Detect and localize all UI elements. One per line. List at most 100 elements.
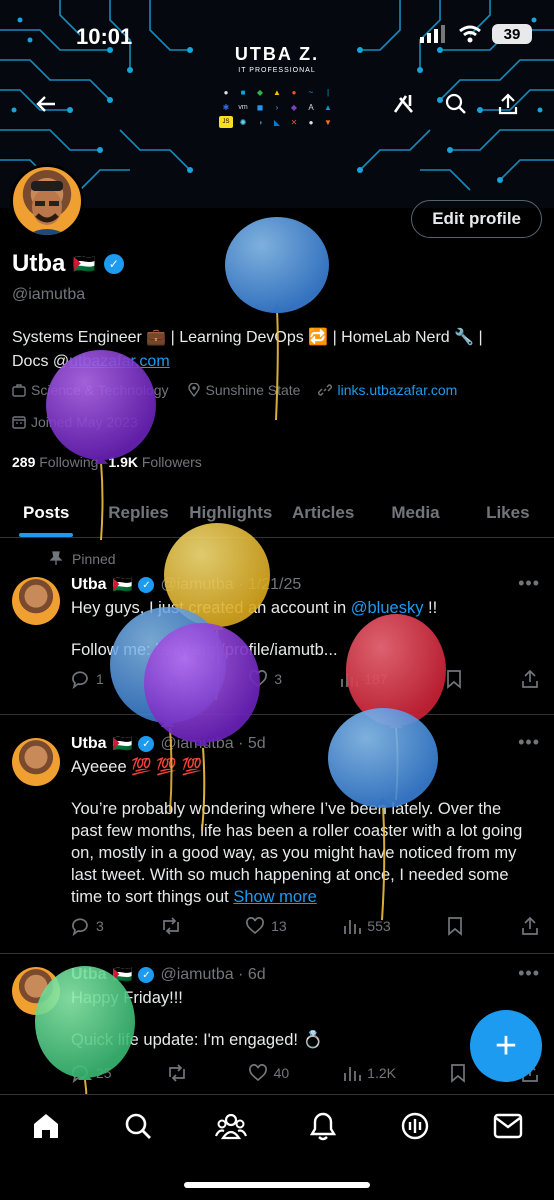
post-author-name[interactable]: Utba [71, 576, 107, 594]
post-item[interactable]: Utba 🇵🇸 ✓ @iamutba · 6d ••• Happy Friday… [0, 955, 554, 1095]
brand-name: UTBA Z. [234, 44, 320, 64]
grok-button[interactable] [388, 88, 420, 120]
heart-icon [246, 917, 265, 935]
profile-joined-row: Joined May 2023 [12, 414, 138, 430]
share-icon [522, 916, 538, 935]
home-icon [34, 1114, 59, 1138]
pinned-label: Pinned [72, 551, 116, 567]
tab-media[interactable]: Media [369, 488, 461, 537]
like-button[interactable]: 3 [248, 669, 282, 689]
post-header: Utba 🇵🇸 ✓ @iamutba · 1/21/25 [71, 575, 301, 595]
verified-badge-icon[interactable]: ✓ [103, 254, 124, 274]
reply-button[interactable]: 1 [70, 669, 104, 689]
tab-posts[interactable]: Posts [0, 488, 92, 537]
share-button[interactable] [492, 88, 524, 120]
banner-brand: UTBA Z. IT PROFESSIONAL ● ■ ◆ ▲ ● ~ | ✱ … [190, 44, 364, 128]
following-count: 289 [12, 454, 36, 470]
like-count: 13 [271, 918, 287, 934]
tab-likes[interactable]: Likes [462, 488, 554, 537]
post-author-name[interactable]: Utba [71, 735, 107, 753]
gitlab-icon: ▼ [324, 117, 332, 127]
communities-icon [214, 1113, 247, 1140]
share-post-button[interactable] [520, 916, 540, 936]
post-mention[interactable]: @bluesky [351, 599, 424, 617]
post-actions: 3 13 553 [70, 916, 540, 936]
linux-icon: ▲ [273, 87, 281, 97]
nav-home[interactable] [26, 1109, 66, 1143]
joined-item: Joined May 2023 [12, 414, 138, 430]
profile-bio: Systems Engineer 💼 | Learning DevOps 🔁 |… [12, 326, 542, 374]
briefcase-icon [12, 384, 26, 397]
more-options-icon[interactable]: ••• [518, 963, 540, 984]
nav-grok[interactable] [395, 1109, 435, 1143]
search-button[interactable] [440, 88, 472, 120]
tab-articles[interactable]: Articles [277, 488, 369, 537]
show-more-link[interactable]: Show more [233, 888, 316, 906]
post-text-line-1: Happy Friday!!! [71, 989, 183, 1007]
edit-profile-button[interactable]: Edit profile [411, 200, 542, 238]
status-icons: 39 [420, 24, 532, 44]
like-button[interactable]: 13 [245, 916, 287, 936]
battery-indicator: 39 [492, 24, 532, 44]
website-item[interactable]: links.utbazafar.com [318, 382, 457, 398]
followers-label: Followers [141, 454, 202, 470]
signal-icon [420, 25, 445, 43]
post-avatar[interactable] [12, 577, 60, 625]
mail-icon [493, 1113, 522, 1139]
bookmark-button[interactable] [447, 916, 463, 936]
post-pinned[interactable]: Pinned Utba 🇵🇸 ✓ @iamutba · 1/21/25 ••• … [0, 539, 554, 715]
reply-button[interactable]: 25 [70, 1063, 112, 1083]
views-icon [344, 920, 362, 934]
views-button[interactable]: 553 [343, 916, 391, 936]
tab-highlights[interactable]: Highlights [185, 488, 277, 537]
grok-voice-icon [402, 1112, 429, 1140]
repost-button[interactable] [160, 916, 188, 936]
profile-website[interactable]: links.utbazafar.com [337, 382, 457, 398]
following-label: Following [39, 454, 99, 470]
category-item: Science & Technology [12, 382, 169, 398]
post-avatar[interactable] [12, 738, 60, 786]
back-button[interactable] [30, 88, 62, 120]
compose-button[interactable]: + [470, 1010, 542, 1082]
bookmark-button[interactable] [450, 1063, 466, 1083]
nav-search[interactable] [118, 1109, 158, 1143]
bookmark-button[interactable] [446, 669, 462, 689]
more-options-icon[interactable]: ••• [518, 732, 540, 753]
post-avatar[interactable] [12, 967, 60, 1015]
bio-link[interactable]: utbazafar.com [69, 353, 170, 370]
share-post-button[interactable] [520, 669, 540, 689]
status-time: 10:01 [76, 24, 133, 49]
terraform-icon: ◆ [290, 102, 298, 112]
profile-joined: Joined May 2023 [31, 414, 138, 430]
profile-avatar[interactable] [10, 164, 84, 238]
view-count: 553 [367, 918, 391, 934]
views-button[interactable]: 1.2K [343, 1063, 396, 1083]
views-icon [344, 1067, 362, 1081]
bio-line-1: Systems Engineer 💼 | Learning DevOps 🔁 |… [12, 329, 483, 346]
views-button[interactable]: 187 [340, 669, 388, 689]
more-options-icon[interactable]: ••• [518, 573, 540, 594]
git-icon: ✕ [290, 117, 298, 127]
view-count: 1.2K [367, 1065, 396, 1081]
repost-button[interactable] [162, 669, 190, 689]
nav-notifications[interactable] [303, 1109, 343, 1143]
reply-button[interactable]: 3 [70, 916, 104, 936]
nav-communities[interactable] [211, 1109, 251, 1143]
tab-replies[interactable]: Replies [92, 488, 184, 537]
views-icon [341, 673, 359, 687]
ubuntu-icon: ● [291, 87, 297, 97]
repost-button[interactable] [166, 1063, 194, 1083]
search-icon [445, 93, 466, 114]
following-link[interactable]: 289 Following [12, 454, 98, 470]
reply-count: 25 [96, 1065, 112, 1081]
post-author-name[interactable]: Utba [71, 966, 107, 984]
post-item[interactable]: Utba 🇵🇸 ✓ @iamutba · 5d ••• Ayeeee 💯 💯 💯… [0, 716, 554, 954]
like-button[interactable]: 40 [248, 1063, 289, 1083]
powershell-icon: › [275, 102, 279, 112]
profile-meta-row: Science & Technology Sunshine State link… [12, 382, 457, 398]
nav-messages[interactable] [488, 1109, 528, 1143]
repost-icon [165, 670, 181, 688]
followers-link[interactable]: 1.9K Followers [108, 454, 201, 470]
bookmark-icon [448, 917, 463, 936]
profile-banner[interactable]: 10:01 39 UTBA Z. IT PROFESSIONAL ● ■ ◆ ▲… [0, 0, 554, 208]
